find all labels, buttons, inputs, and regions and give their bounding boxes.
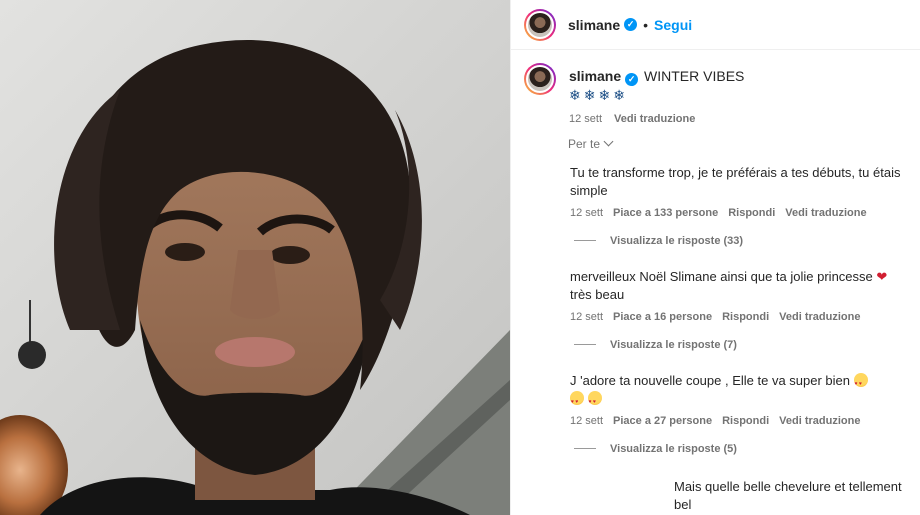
comment-text-end: très beau — [570, 287, 625, 302]
view-replies-label: Visualizza le risposte (7) — [610, 339, 737, 351]
view-replies-button[interactable]: Visualizza le risposte (33) — [574, 235, 743, 247]
reply-button[interactable]: Rispondi — [722, 415, 769, 427]
replies-divider — [574, 448, 596, 449]
comment-text: merveilleux Noël Slimane ainsi que ta jo… — [570, 269, 877, 284]
comment-item: Tu te transforme trop, je te préférais a… — [570, 164, 910, 219]
username-link[interactable]: slimane — [568, 17, 620, 33]
comment-date: 12 sett — [570, 207, 604, 219]
comment-likes-link[interactable]: Piace a 16 persone — [613, 311, 712, 323]
translate-link[interactable]: Vedi traduzione — [779, 311, 860, 323]
separator-dot: • — [643, 16, 649, 33]
post-side-panel: slimane ✓ • Segui slimane ✓ WINTER VIBES … — [510, 0, 920, 515]
reply-button[interactable]: Rispondi — [728, 207, 775, 219]
chevron-down-icon — [603, 136, 614, 147]
post-header: slimane ✓ • Segui — [511, 0, 920, 50]
follow-button[interactable]: Segui — [654, 17, 692, 33]
caption-translate-link[interactable]: Vedi traduzione — [614, 113, 695, 125]
verified-badge-icon: ✓ — [625, 73, 639, 86]
snowflake-emojis: ❄❄❄❄ — [569, 87, 628, 103]
caption-avatar[interactable] — [524, 63, 556, 95]
reply-button[interactable]: Rispondi — [722, 311, 769, 323]
view-replies-label: Visualizza le risposte (33) — [610, 235, 744, 247]
comment-date: 12 sett — [570, 415, 604, 427]
caption-username[interactable]: slimane — [569, 68, 621, 84]
verified-badge-icon: ✓ — [624, 18, 638, 31]
comment-text: Mais quelle belle chevelure et tellement… — [674, 479, 902, 512]
sort-label: Per te — [568, 137, 601, 151]
caption-date: 12 sett — [569, 113, 603, 125]
view-replies-button[interactable]: Visualizza le risposte (7) — [574, 339, 737, 351]
replies-divider — [574, 344, 596, 345]
comment-text: Tu te transforme trop, je te préférais a… — [570, 165, 901, 198]
caption-text: WINTER VIBES — [644, 68, 745, 84]
heart-eyes-emoji-icon — [587, 391, 602, 411]
comment-likes-link[interactable]: Piace a 133 persone — [613, 207, 718, 219]
comment-date: 12 sett — [570, 311, 604, 323]
translate-link[interactable]: Vedi traduzione — [785, 207, 866, 219]
view-replies-label: Visualizza le risposte (5) — [610, 443, 737, 455]
heart-emoji-icon: ❤ — [876, 269, 888, 284]
comment-sort-dropdown[interactable]: Per te — [568, 136, 614, 151]
comment-item: merveilleux Noël Slimane ainsi que ta jo… — [568, 268, 908, 323]
heart-eyes-emoji-icon — [853, 373, 868, 393]
comment-likes-link[interactable]: Piace a 27 persone — [613, 415, 712, 427]
post-photo[interactable] — [0, 0, 510, 515]
comment-text: J 'adore ta nouvelle coupe , Elle te va … — [570, 373, 850, 388]
view-replies-button[interactable]: Visualizza le risposte (5) — [574, 443, 737, 455]
translate-link[interactable]: Vedi traduzione — [779, 415, 860, 427]
comment-item: Mais quelle belle chevelure et tellement… — [674, 478, 914, 514]
comment-item: J 'adore ta nouvelle coupe , Elle te va … — [570, 372, 910, 427]
selfie-illustration — [0, 0, 510, 515]
replies-divider — [574, 240, 596, 241]
heart-eyes-emoji-icon — [570, 391, 584, 411]
avatar[interactable] — [524, 8, 556, 41]
